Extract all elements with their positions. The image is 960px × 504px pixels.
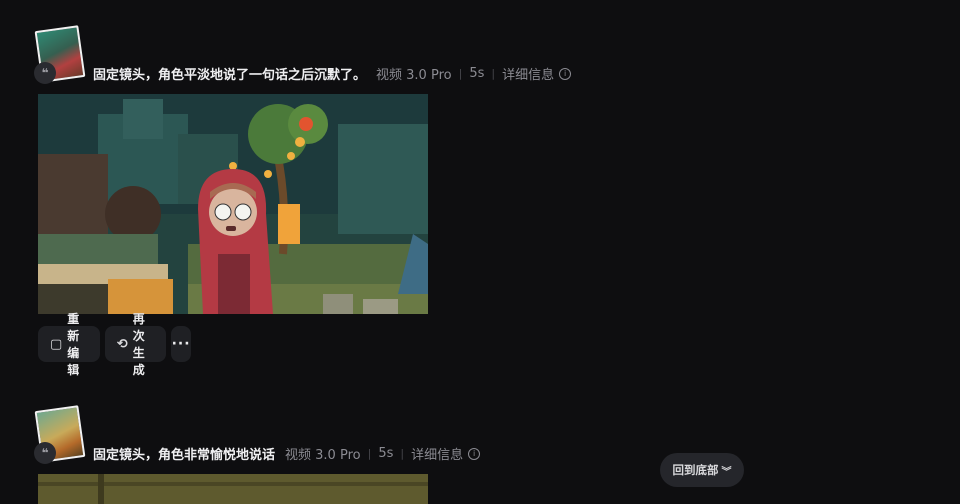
back-to-bottom-button[interactable]: 回到底部 ︾	[660, 453, 744, 487]
edit-icon: ▢	[50, 336, 63, 352]
reedit-label: 重新编辑	[67, 312, 80, 377]
back-to-bottom-label: 回到底部	[672, 463, 719, 477]
duration: 5s	[378, 446, 394, 461]
prompt-text: 固定镜头，角色非常愉悦地说话	[93, 448, 276, 463]
video-preview[interactable]	[38, 94, 428, 314]
meta-divider: |	[400, 447, 405, 460]
more-icon: ···	[171, 336, 191, 352]
details-link[interactable]: 详细信息	[411, 444, 463, 463]
video-frame-illustration	[38, 474, 428, 504]
chevron-double-down-icon: ︾	[721, 466, 732, 478]
info-icon[interactable]: i	[559, 67, 572, 80]
reedit-button[interactable]: ▢ 重新编辑	[38, 312, 100, 377]
regenerate-label: 再次生成	[132, 312, 145, 377]
meta-divider: |	[491, 67, 496, 80]
meta-divider: |	[367, 447, 372, 460]
action-bar: ▢ 重新编辑 ⟲ 再次生成 ···	[38, 312, 192, 377]
meta-divider: |	[458, 67, 463, 80]
regenerate-button[interactable]: ⟲ 再次生成	[104, 312, 166, 377]
prompt-row: 固定镜头，角色平淡地说了一句话之后沉默了。 视频 3.0 Pro | 5s | …	[93, 64, 572, 83]
video-frame-illustration	[38, 94, 428, 314]
more-options-button[interactable]: ···	[170, 326, 192, 362]
quote-icon: ❝	[34, 62, 56, 84]
prompt-row: 固定镜头，角色非常愉悦地说话 视频 3.0 Pro | 5s | 详细信息 i	[93, 444, 481, 463]
quote-icon: ❝	[34, 442, 56, 464]
duration: 5s	[469, 66, 485, 81]
model-name: 视频 3.0 Pro	[376, 68, 452, 83]
prompt-text: 固定镜头，角色平淡地说了一句话之后沉默了。	[93, 68, 367, 83]
info-icon[interactable]: i	[468, 447, 481, 460]
model-name: 视频 3.0 Pro	[285, 448, 361, 463]
details-link[interactable]: 详细信息	[502, 64, 554, 83]
refresh-icon: ⟲	[116, 336, 128, 352]
video-preview[interactable]	[38, 474, 428, 504]
